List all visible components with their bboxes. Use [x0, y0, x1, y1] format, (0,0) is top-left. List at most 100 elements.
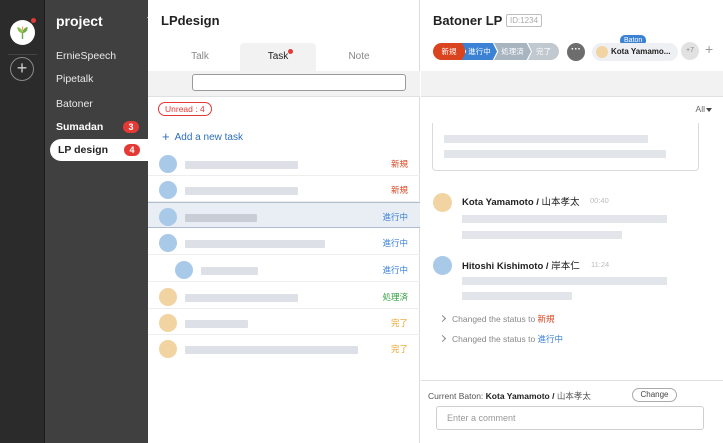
unread-badge: 3	[123, 121, 139, 133]
text-placeholder	[444, 150, 666, 158]
status-step-in-progress[interactable]: 進行中	[462, 43, 497, 60]
task-title-placeholder	[185, 320, 248, 328]
baton-holder-name: Kota Yamamo...	[611, 47, 671, 56]
add-workspace-button[interactable]: +	[10, 57, 34, 81]
status-badge: 進行中	[382, 265, 408, 275]
project-sidebar: project ErnieSpeech Pipetalk Batoner Sum…	[45, 0, 155, 443]
unread-filter-badge[interactable]: Unread : 4	[158, 102, 212, 116]
current-baton-name-jp: 山本孝太	[556, 391, 591, 401]
tab-note[interactable]: Note	[321, 43, 397, 71]
status-label: 進行中	[537, 334, 564, 344]
status-badge: 完了	[390, 344, 408, 354]
divider	[8, 54, 37, 55]
status-badge: 進行中	[382, 212, 408, 222]
unread-badge: 4	[124, 144, 140, 156]
task-row[interactable]: 処理済	[148, 283, 420, 309]
message-author: Hitoshi Kishimoto / 岸本仁	[462, 258, 580, 272]
comment-input[interactable]: Enter a comment	[436, 406, 704, 430]
task-row[interactable]: 新規	[148, 150, 420, 176]
task-title: Batoner LP	[433, 13, 503, 28]
comment-footer: Current Baton: Kota Yamamoto / 山本孝太 Chan…	[421, 380, 723, 443]
avatar	[159, 181, 177, 199]
baton-holder-chip[interactable]: Kota Yamamo...	[592, 43, 678, 61]
chevron-down-icon[interactable]	[706, 108, 712, 112]
current-baton: Current Baton: Kota Yamamoto / 山本孝太	[428, 390, 591, 402]
task-row[interactable]: 完了	[148, 309, 420, 335]
text-placeholder	[462, 231, 622, 239]
project-title[interactable]: project	[56, 13, 103, 29]
status-badge: 新規	[390, 185, 408, 195]
message-time: 11:24	[591, 260, 610, 269]
task-title-placeholder	[185, 294, 298, 302]
change-baton-button[interactable]: Change	[632, 388, 677, 402]
task-detail-panel: Batoner LP ID:1234 新規 進行中 処理済 完了 ··· Bat…	[421, 0, 723, 443]
task-panel: LPdesign Talk Task Note Unread : 4 + Add …	[148, 0, 420, 443]
system-text: Changed the status to	[452, 314, 536, 324]
task-row[interactable]: 進行中	[148, 229, 420, 255]
avatar	[159, 234, 177, 252]
status-step-processed[interactable]: 処理済	[494, 43, 531, 60]
more-options-button[interactable]: ···	[567, 43, 585, 61]
task-id-badge: ID:1234	[506, 14, 543, 27]
more-members-badge[interactable]: +7	[681, 42, 699, 60]
author-name: Kota Yamamoto /	[462, 197, 539, 208]
task-title-placeholder	[185, 161, 298, 169]
tab-bar: Talk Task Note	[148, 43, 420, 71]
author-name: Hitoshi Kishimoto /	[462, 261, 549, 272]
sidebar-item-pipetalk[interactable]: Pipetalk	[56, 73, 93, 85]
app-rail: +	[0, 0, 45, 443]
message-author: Kota Yamamoto / 山本孝太	[462, 194, 580, 208]
status-badge: 新規	[390, 159, 408, 169]
plus-icon: +	[162, 129, 170, 144]
sidebar-item-label: LP design	[58, 144, 108, 156]
sidebar-item-lp-design[interactable]: LP design 4	[50, 139, 148, 161]
system-message[interactable]: Changed the status to 進行中	[438, 333, 564, 345]
task-title-placeholder	[185, 346, 358, 354]
sidebar-item-batoner[interactable]: Batoner	[56, 98, 93, 110]
avatar	[159, 208, 177, 226]
status-badge: 完了	[390, 318, 408, 328]
task-title-placeholder	[185, 187, 298, 195]
task-row[interactable]: 完了	[148, 335, 420, 361]
task-row[interactable]: 進行中	[148, 202, 420, 228]
filter-dropdown[interactable]: All	[696, 104, 705, 114]
avatar	[159, 288, 177, 306]
sidebar-item-erniespeech[interactable]: ErnieSpeech	[56, 50, 116, 62]
avatar	[433, 256, 452, 275]
text-placeholder	[444, 135, 648, 143]
text-placeholder	[462, 215, 667, 223]
sidebar-item-sumadan[interactable]: Sumadan	[56, 121, 103, 133]
notification-dot	[288, 49, 293, 54]
system-message[interactable]: Changed the status to 新規	[438, 313, 555, 325]
task-title-placeholder	[201, 267, 258, 275]
avatar	[159, 314, 177, 332]
text-placeholder	[462, 292, 572, 300]
add-task-label: Add a new task	[174, 132, 243, 143]
message-time: 00:40	[590, 196, 609, 205]
message-card	[432, 123, 699, 171]
status-badge: 処理済	[382, 292, 408, 302]
author-name-jp: 山本孝太	[541, 197, 580, 208]
search-bar	[148, 71, 420, 97]
task-title-placeholder	[185, 240, 325, 248]
text-placeholder	[462, 277, 667, 285]
tab-task[interactable]: Task	[240, 43, 316, 71]
page-title: LPdesign	[161, 13, 220, 28]
status-step-new[interactable]: 新規	[433, 43, 465, 60]
chevron-right-icon	[438, 314, 447, 323]
add-member-button[interactable]: +	[705, 41, 713, 57]
avatar	[596, 46, 608, 58]
task-row-subtask[interactable]: 進行中	[148, 256, 420, 282]
current-baton-label: Current Baton:	[428, 391, 484, 401]
avatar	[433, 193, 452, 212]
status-label: 新規	[537, 314, 555, 324]
avatar	[159, 340, 177, 358]
tab-talk[interactable]: Talk	[162, 43, 238, 71]
status-step-done[interactable]: 完了	[528, 43, 559, 60]
avatar	[159, 155, 177, 173]
search-input[interactable]	[192, 74, 406, 91]
task-title-placeholder	[185, 214, 257, 222]
task-row[interactable]: 新規	[148, 176, 420, 202]
notification-dot	[30, 17, 37, 24]
add-task-button[interactable]: + Add a new task	[162, 129, 243, 144]
